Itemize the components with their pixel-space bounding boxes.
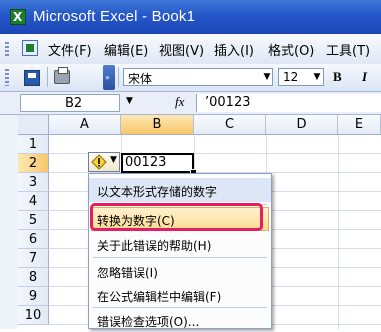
menu-item-label: 在公式编辑栏中编辑(F): [97, 290, 222, 304]
name-box-value: B2: [65, 96, 83, 111]
menu-tools[interactable]: 工具(T): [326, 40, 370, 59]
menu-item-label: 忽略错误(I): [97, 266, 158, 280]
toolbar-grip-icon[interactable]: [5, 69, 9, 86]
chevron-down-icon: ▼: [110, 155, 117, 165]
menu-item-edit-in-formula-bar[interactable]: 在公式编辑栏中编辑(F): [89, 283, 271, 307]
row-header-1[interactable]: 1: [18, 135, 49, 154]
font-name-select[interactable]: 宋体: [123, 68, 273, 86]
cell-value: 00123: [125, 155, 167, 170]
menu-header-text-number: 以文本形式存储的数字: [89, 178, 271, 202]
menu-grip-icon[interactable]: [5, 42, 9, 58]
row-header-8[interactable]: 8: [18, 268, 49, 287]
excel-app-icon[interactable]: X: [10, 9, 26, 25]
toolbar-separator: [118, 67, 119, 87]
warning-icon: [91, 154, 107, 170]
name-box[interactable]: B2: [20, 94, 120, 112]
annotation-highlight-ring: [90, 203, 263, 231]
font-name-value: 宋体: [128, 72, 153, 86]
menu-item-label: 错误检查选项(O)...: [97, 315, 200, 329]
error-smart-tag-button[interactable]: ▼: [88, 152, 120, 172]
row-header-10[interactable]: 10: [18, 306, 49, 325]
window-title: Microsoft Excel - Book1: [33, 8, 196, 25]
toolbar-options-icon[interactable]: »: [103, 65, 115, 90]
workbook-icon[interactable]: [22, 40, 38, 56]
chevron-down-icon[interactable]: ▼: [126, 96, 133, 106]
font-size-value: 12: [283, 70, 299, 84]
row-header-9[interactable]: 9: [18, 287, 49, 306]
formula-value: ’00123: [205, 95, 251, 110]
toolbar-separator: [47, 67, 48, 87]
menu-edit[interactable]: 编辑(E): [104, 40, 148, 59]
menu-item-label: 以文本形式存储的数字: [97, 185, 218, 199]
menu-item-ignore-error[interactable]: 忽略错误(I): [89, 259, 271, 283]
column-header-a[interactable]: A: [49, 115, 121, 135]
column-header-b[interactable]: B: [121, 115, 194, 135]
menu-item-label: 关于此错误的帮助(H): [97, 239, 212, 253]
column-header-d[interactable]: D: [266, 115, 338, 135]
menu-item-error-check-options[interactable]: 错误检查选项(O)...: [89, 308, 271, 332]
chevron-down-icon[interactable]: ▼: [262, 69, 272, 85]
menu-insert[interactable]: 插入(I): [214, 40, 254, 59]
row-header-3[interactable]: 3: [18, 173, 49, 192]
row-header-7[interactable]: 7: [18, 249, 49, 268]
italic-button[interactable]: I: [362, 69, 367, 85]
row-header-6[interactable]: 6: [18, 230, 49, 249]
menu-item-help[interactable]: 关于此错误的帮助(H): [89, 232, 271, 256]
insert-function-icon[interactable]: fx: [175, 94, 184, 110]
save-icon[interactable]: [24, 70, 40, 86]
error-options-menu: 以文本形式存储的数字 转换为数字(C) 关于此错误的帮助(H) 忽略错误(I) …: [88, 173, 272, 329]
column-header-c[interactable]: C: [194, 115, 266, 135]
bold-button[interactable]: B: [333, 69, 342, 85]
grid-line: [338, 135, 339, 329]
menu-bar: 文件(F) 编辑(E) 视图(V) 插入(I) 格式(O) 工具(T): [0, 34, 381, 65]
menu-view[interactable]: 视图(V): [159, 40, 204, 59]
menu-format[interactable]: 格式(O): [268, 40, 314, 59]
row-header-5[interactable]: 5: [18, 211, 49, 230]
print-icon[interactable]: [54, 67, 70, 84]
menu-file[interactable]: 文件(F): [48, 40, 92, 59]
left-frame: [0, 115, 18, 329]
select-all-corner[interactable]: [18, 115, 49, 135]
formula-input[interactable]: ’00123: [196, 94, 381, 112]
chevron-down-icon[interactable]: ▼: [312, 69, 322, 85]
menu-separator: [93, 257, 267, 258]
row-header-2[interactable]: 2: [18, 154, 49, 173]
active-cell-b2[interactable]: 00123: [121, 153, 194, 173]
column-header-e[interactable]: E: [338, 115, 381, 135]
row-header-4[interactable]: 4: [18, 192, 49, 211]
